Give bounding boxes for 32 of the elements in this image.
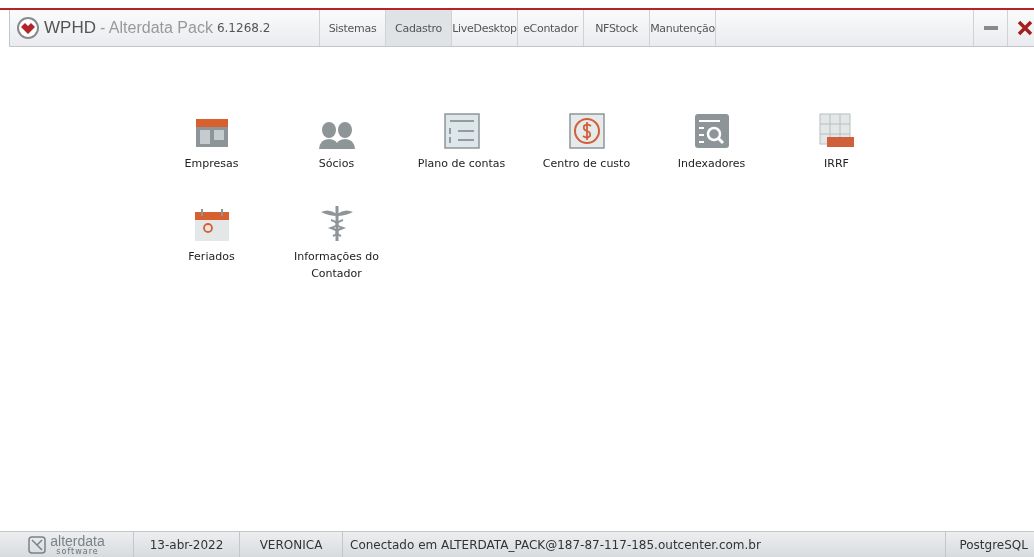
- module-shortcut[interactable]: Empresas: [149, 109, 274, 172]
- module-shortcut[interactable]: Indexadores: [649, 109, 774, 172]
- calendar-icon: [193, 208, 230, 242]
- logo-wordmark: alterdata: [50, 533, 105, 548]
- close-icon: [1017, 20, 1033, 36]
- menu-tab[interactable]: Manutenção: [650, 10, 716, 46]
- app-name: WPHD: [44, 18, 96, 38]
- app-subtitle: - Alterdata Pack: [99, 19, 213, 37]
- document-search-icon: [693, 113, 730, 149]
- menu-tab[interactable]: NFStock: [584, 10, 650, 46]
- menu-tab[interactable]: eContador: [518, 10, 584, 46]
- module-shortcut[interactable]: Informações do Contador: [274, 202, 399, 282]
- module-shortcut[interactable]: IRRF: [774, 109, 899, 172]
- table-grid-icon: [818, 113, 855, 149]
- logo-tagline: software: [56, 547, 99, 556]
- people-icon: [317, 121, 356, 149]
- module-shortcut[interactable]: Feriados: [149, 202, 274, 282]
- status-database: PostgreSQL: [959, 537, 1028, 552]
- logo-icon: [16, 16, 40, 40]
- status-user: VERONICA: [259, 537, 323, 552]
- module-shortcut[interactable]: Centro de custo: [524, 109, 649, 172]
- logo-icon: [28, 535, 47, 554]
- menu-tab[interactable]: Cadastro: [386, 10, 452, 46]
- app-version: 6.1268.2: [216, 21, 271, 35]
- menu-tab[interactable]: LiveDesktop: [452, 10, 518, 46]
- storefront-icon: [193, 117, 230, 149]
- status-date: 13-abr-2022: [149, 537, 224, 552]
- numbered-list-icon: [443, 113, 480, 149]
- status-connection: Conectado em ALTERDATA_PACK@187-87-117-185.outcenter.com.br: [350, 537, 761, 552]
- module-shortcut[interactable]: Plano de contas: [399, 109, 524, 172]
- module-shortcut[interactable]: Sócios: [274, 109, 399, 172]
- dollar-coin-icon: [568, 113, 605, 149]
